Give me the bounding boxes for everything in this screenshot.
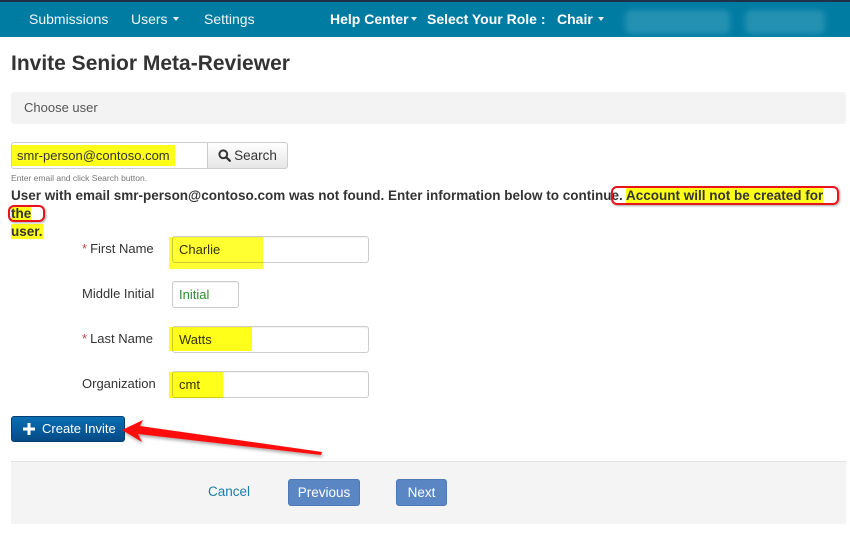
middle-initial-label: Middle Initial (82, 286, 155, 301)
redacted-user-info (625, 10, 730, 34)
role-label-text: Select Your Role : (427, 11, 546, 27)
nav-users[interactable]: Users (131, 2, 179, 37)
arrow-shape (122, 420, 322, 455)
nav-users-label: Users (131, 11, 168, 27)
first-name-label-text: First Name (90, 241, 154, 256)
user-not-found-message: User with email smr-person@contoso.com w… (11, 187, 841, 241)
previous-button[interactable]: Previous (288, 479, 360, 506)
search-icon (218, 149, 232, 162)
cancel-link[interactable]: Cancel (208, 484, 250, 499)
caret-down-icon (410, 17, 417, 22)
nav-help-center-label: Help Center (330, 11, 409, 27)
organization-label: Organization (82, 376, 156, 391)
account-warning-text-cont: user. (11, 224, 43, 239)
previous-button-label: Previous (297, 485, 351, 500)
last-name-label-text: Last Name (90, 331, 153, 346)
email-search-value: smr-person@contoso.com (12, 145, 175, 166)
email-search-input[interactable]: smr-person@contoso.com (11, 142, 208, 169)
next-button-label: Next (407, 485, 436, 500)
create-invite-label: Create Invite (42, 421, 116, 436)
page-title: Invite Senior Meta-Reviewer (11, 52, 290, 75)
required-marker: * (82, 241, 88, 256)
first-name-label: * First Name (82, 241, 154, 256)
highlight-marker (169, 327, 252, 351)
last-name-label: * Last Name (82, 331, 153, 346)
role-value: Chair (557, 11, 593, 27)
caret-down-icon (172, 17, 179, 22)
next-button[interactable]: Next (396, 479, 447, 506)
nav-submissions[interactable]: Submissions (29, 2, 108, 37)
nav-submissions-label: Submissions (29, 11, 109, 27)
nav-settings[interactable]: Settings (204, 2, 255, 37)
middle-initial-input[interactable]: Initial (172, 281, 239, 308)
search-button-label: Search (234, 148, 277, 163)
nav-help-center[interactable]: Help Center (330, 2, 417, 37)
section-heading-panel: Choose user (11, 92, 846, 124)
caret-down-icon (597, 17, 604, 22)
section-heading: Choose user (24, 100, 98, 115)
role-select[interactable]: Chair (557, 2, 604, 37)
navbar: Submissions Users Settings Help Center S… (0, 2, 850, 37)
plus-icon (23, 423, 35, 435)
highlight-marker (169, 372, 223, 398)
redacted-user-info (745, 10, 825, 34)
search-button[interactable]: Search (207, 142, 288, 169)
nav-settings-label: Settings (204, 11, 255, 27)
search-help-text: Enter email and click Search button. (11, 173, 148, 183)
create-invite-button[interactable]: Create Invite (11, 416, 125, 442)
not-found-text: User with email smr-person@contoso.com w… (11, 188, 623, 203)
role-label: Select Your Role : (427, 2, 546, 37)
highlight-marker (169, 237, 263, 269)
middle-initial-value: Initial (179, 287, 210, 302)
required-marker: * (82, 331, 88, 346)
